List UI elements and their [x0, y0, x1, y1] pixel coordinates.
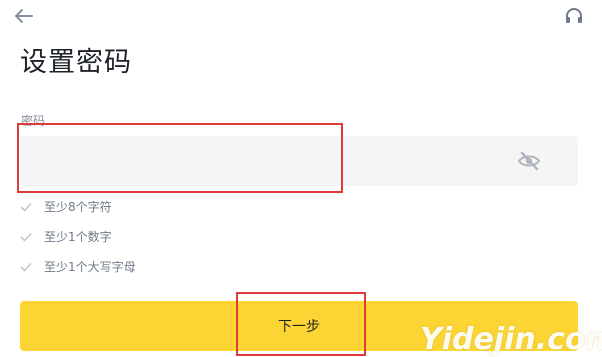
password-label: 密码 [21, 114, 46, 128]
headset-icon [566, 8, 582, 23]
watermark: Yidejin.com [420, 322, 602, 357]
check-icon [20, 232, 32, 242]
check-icon [20, 202, 32, 212]
eye-off-icon [517, 151, 541, 171]
requirement-item: 至少1个大写字母 [20, 258, 136, 275]
page-title: 设置密码 [20, 47, 132, 78]
requirement-text: 至少1个大写字母 [44, 260, 136, 274]
toggle-visibility-button[interactable] [517, 150, 541, 172]
password-input[interactable] [20, 136, 524, 186]
requirement-item: 至少8个字符 [20, 198, 112, 215]
back-button[interactable] [12, 6, 34, 26]
requirement-text: 至少8个字符 [44, 200, 112, 214]
arrow-left-icon [15, 9, 33, 23]
requirement-item: 至少1个数字 [20, 228, 112, 245]
check-icon [20, 262, 32, 272]
requirement-text: 至少1个数字 [44, 230, 112, 244]
support-button[interactable] [564, 6, 584, 26]
password-field-container [20, 136, 578, 186]
